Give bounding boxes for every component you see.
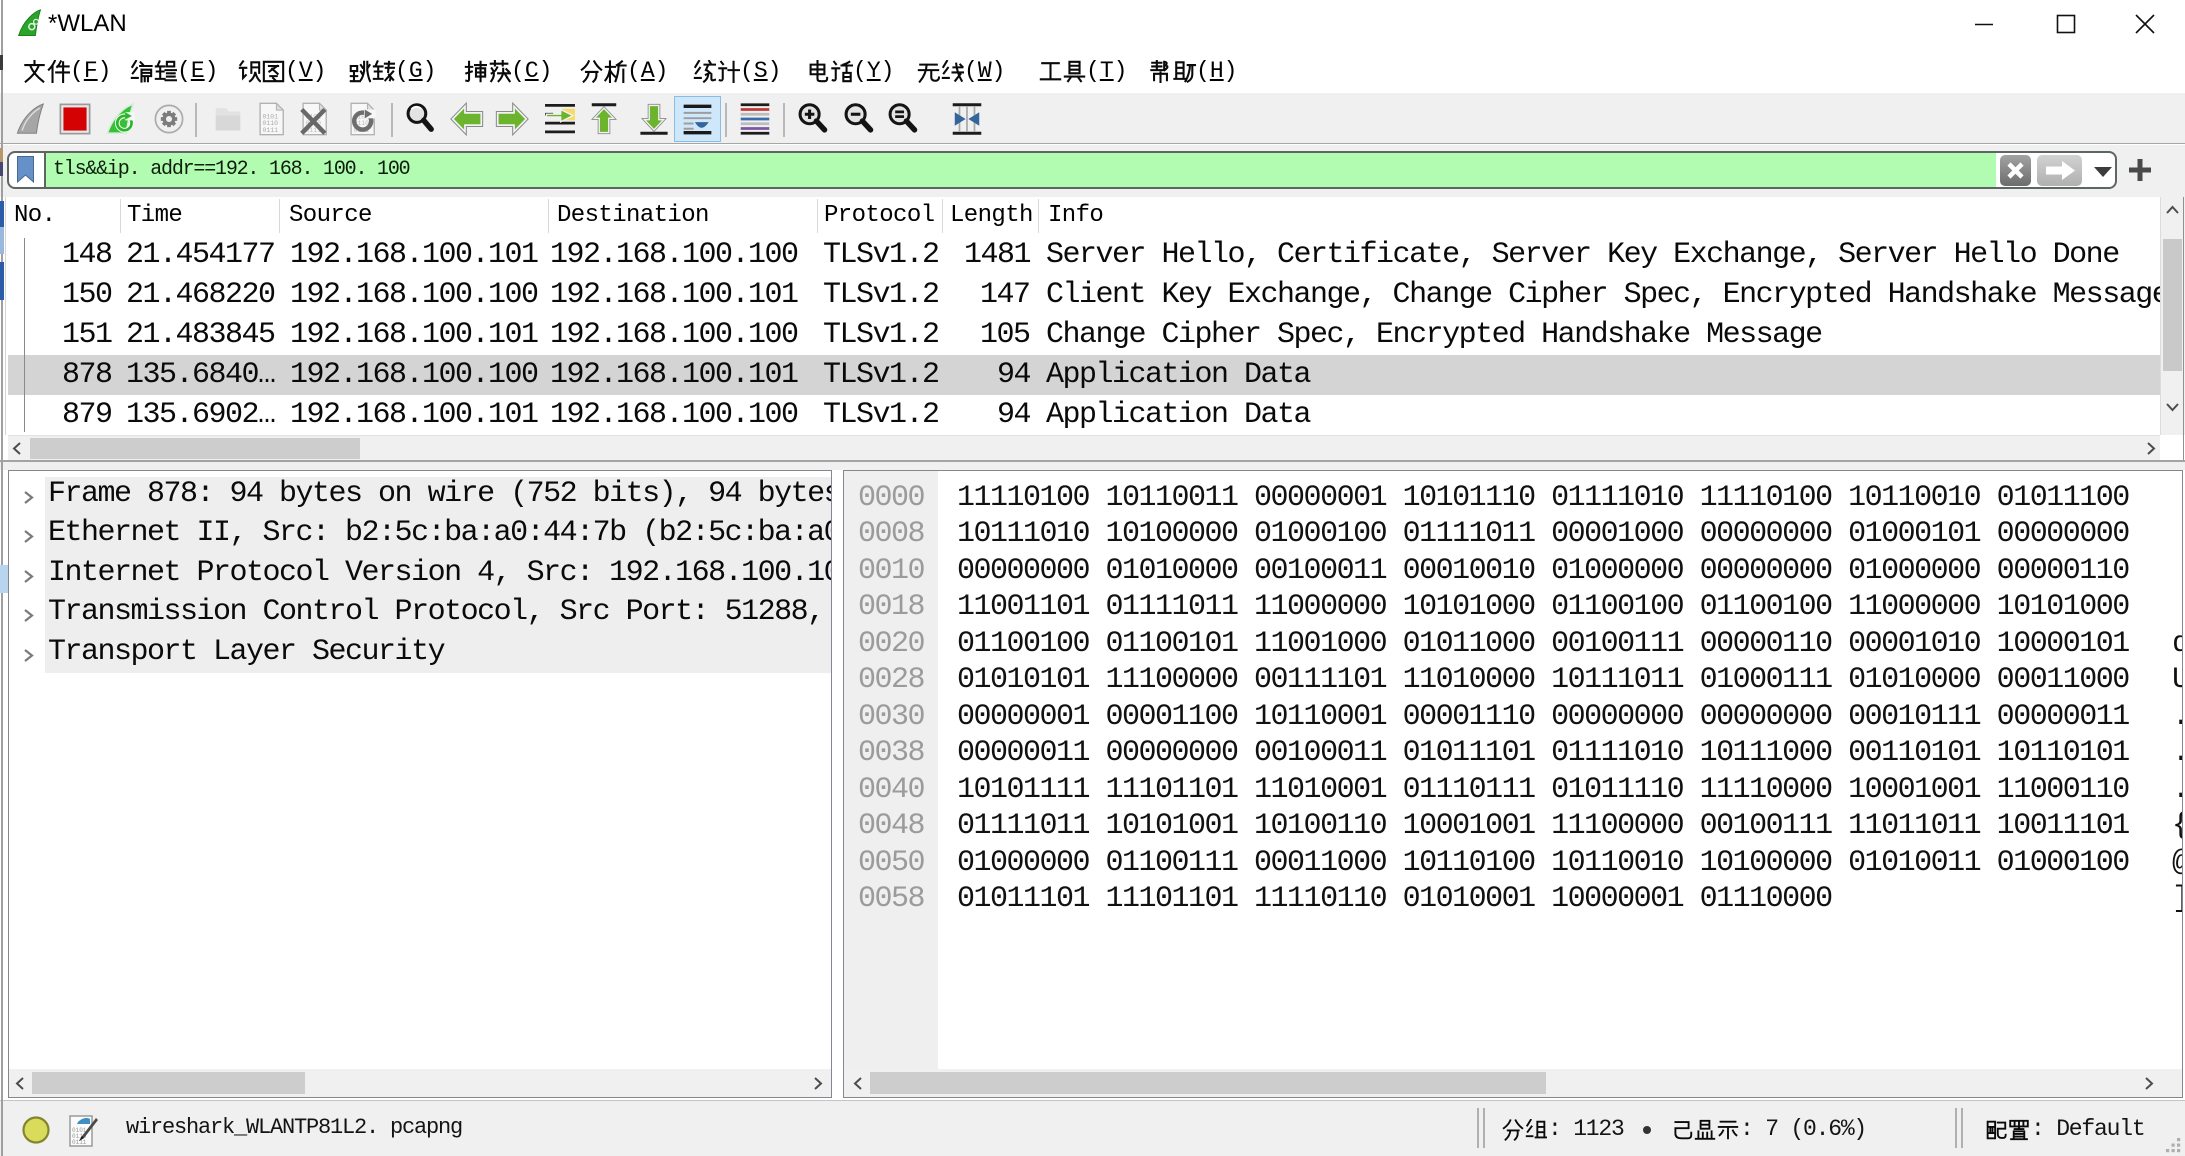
svg-text:0111: 0111: [72, 1139, 87, 1146]
svg-text:0101: 0101: [263, 113, 279, 120]
svg-text:0110: 0110: [263, 120, 279, 127]
svg-text:0111: 0111: [263, 127, 279, 134]
